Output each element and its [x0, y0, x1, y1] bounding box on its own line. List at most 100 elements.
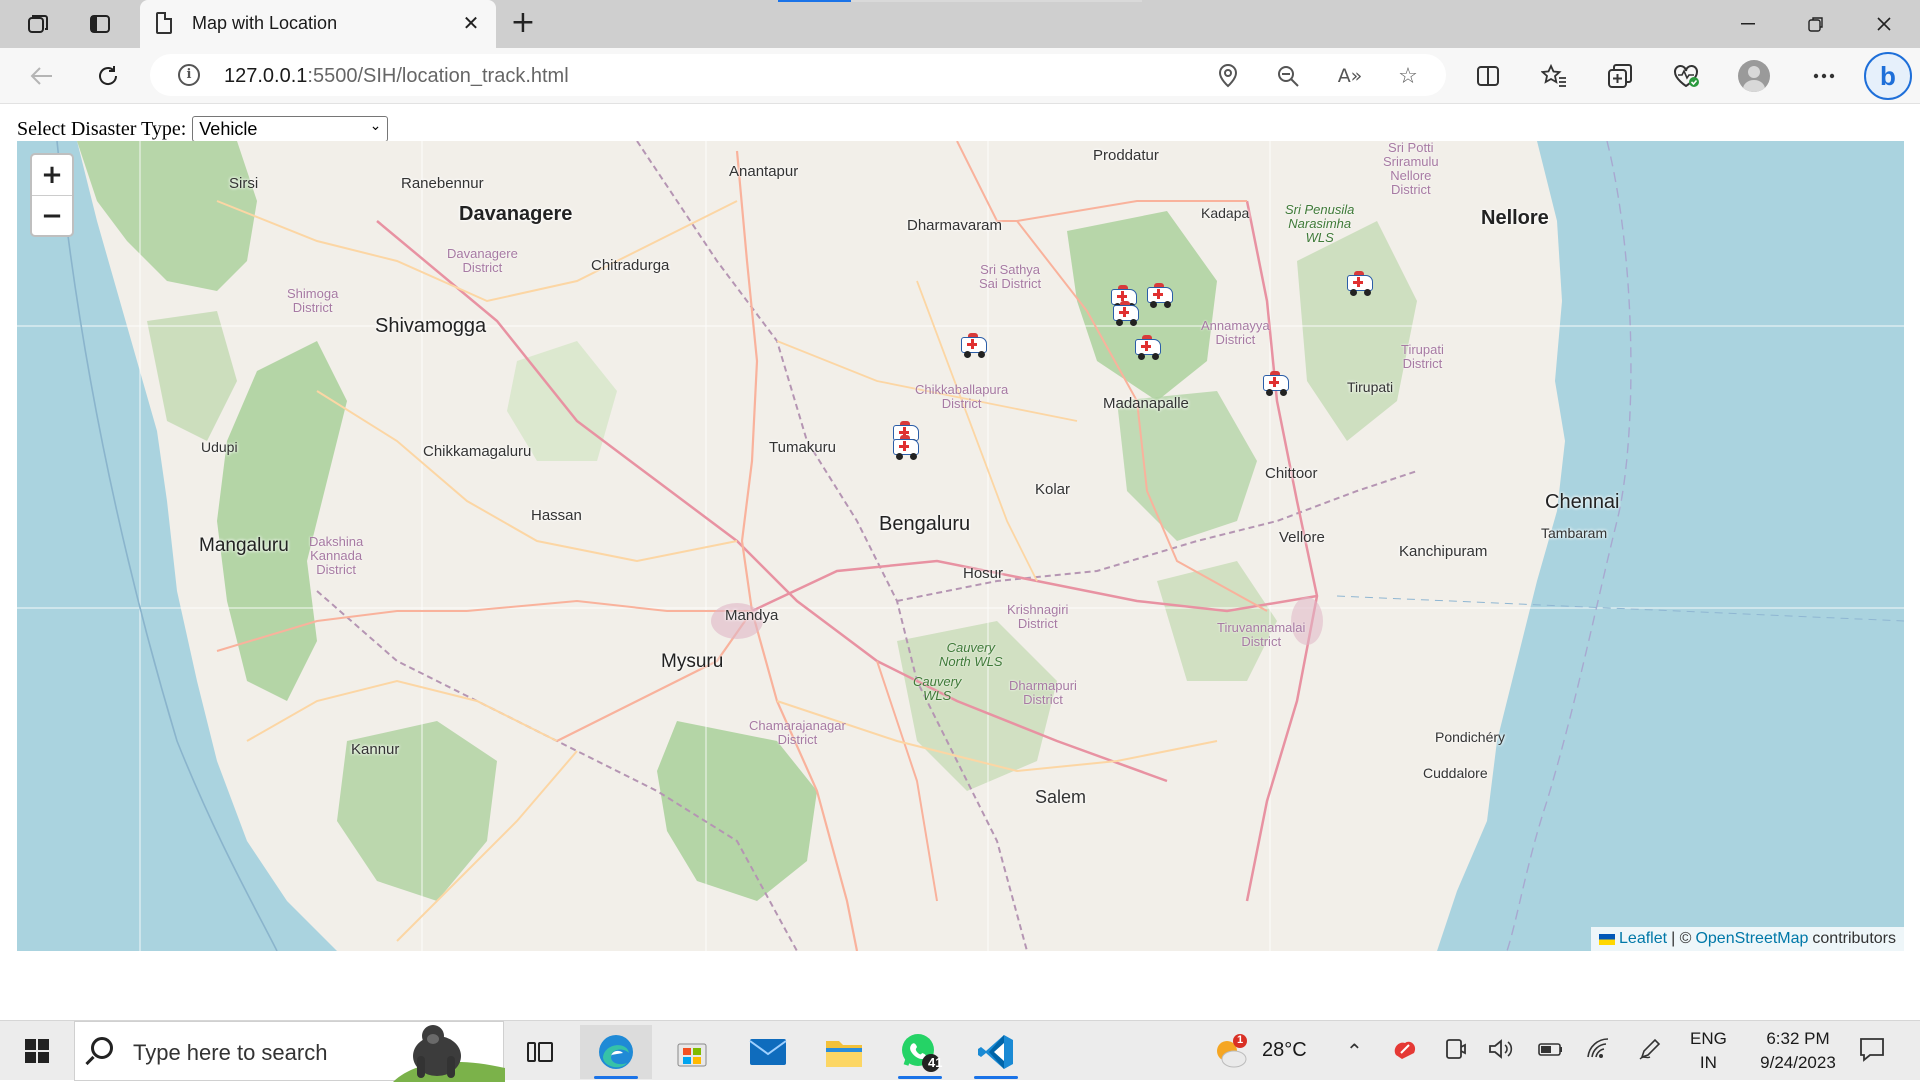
zoom-out-button[interactable]: −: [32, 195, 72, 235]
back-icon[interactable]: [24, 58, 60, 94]
file-explorer-icon[interactable]: [808, 1025, 880, 1079]
language-indicator[interactable]: ENG IN: [1690, 1027, 1727, 1075]
whatsapp-unread-badge: 41: [928, 1055, 943, 1070]
park-label: Cauvery WLS: [913, 674, 962, 703]
vehicle-marker[interactable]: [1345, 267, 1375, 297]
restore-button[interactable]: [1786, 6, 1846, 42]
city-label: Chitradurga: [591, 257, 670, 274]
district-label: Annamayya District: [1201, 318, 1270, 347]
city-label: Hassan: [531, 507, 582, 524]
new-tab-button[interactable]: +: [506, 8, 540, 40]
collections-icon[interactable]: [1602, 58, 1638, 94]
temperature: 28°C: [1262, 1039, 1307, 1061]
tab-actions-icon[interactable]: [82, 8, 118, 40]
profile-avatar[interactable]: [1738, 60, 1770, 92]
site-info-icon[interactable]: i: [178, 64, 200, 86]
language-code: ENG: [1690, 1029, 1727, 1048]
map-view[interactable]: + − Proddatur Anantapur Sirsi Ranebennur…: [17, 141, 1904, 951]
vehicle-marker[interactable]: [1111, 297, 1141, 327]
split-screen-icon[interactable]: [1470, 58, 1506, 94]
map-tiles: [17, 141, 1904, 951]
page-load-progress: [778, 0, 1142, 2]
taskbar-search-box[interactable]: Type here to search: [74, 1021, 505, 1082]
city-label: Kolar: [1035, 481, 1071, 498]
city-label: Kanchipuram: [1399, 543, 1488, 560]
vehicle-marker[interactable]: [1145, 279, 1175, 309]
vehicle-marker[interactable]: [891, 431, 921, 461]
bing-copilot-icon[interactable]: b: [1864, 52, 1912, 100]
microsoft-store-icon[interactable]: [656, 1025, 728, 1079]
read-aloud-icon[interactable]: A»: [1334, 60, 1366, 92]
openstreetmap-link[interactable]: OpenStreetMap: [1695, 930, 1808, 948]
city-label: Kadapa: [1201, 205, 1250, 221]
location-pin-icon[interactable]: [1212, 60, 1244, 92]
volume-icon[interactable]: [1488, 1037, 1514, 1066]
tab-map-with-location[interactable]: Map with Location ✕: [140, 0, 496, 48]
favorites-icon[interactable]: [1536, 58, 1572, 94]
whatsapp-icon[interactable]: 41: [884, 1025, 956, 1079]
district-label: Chikkaballapura District: [915, 382, 1009, 411]
notifications-icon[interactable]: [1858, 1035, 1886, 1068]
start-button[interactable]: [12, 1035, 60, 1067]
refresh-icon[interactable]: [90, 58, 126, 94]
select-label: Select Disaster Type:: [17, 117, 187, 140]
district-label: Tiruvannamalai District: [1217, 620, 1306, 649]
city-label: Ranebennur: [401, 175, 484, 192]
battery-icon[interactable]: [1538, 1037, 1564, 1066]
workspaces-icon[interactable]: [20, 8, 56, 40]
close-window-button[interactable]: [1854, 6, 1914, 42]
city-label: Dharmavaram: [907, 217, 1003, 234]
city-label: Vellore: [1279, 529, 1325, 546]
weather-icon[interactable]: 1: [1212, 1033, 1250, 1071]
ukraine-flag-icon: [1599, 933, 1616, 945]
city-label: Pondichéry: [1435, 729, 1506, 745]
park-label: Sri Penusila Narasimha WLS: [1285, 202, 1355, 245]
show-hidden-icons-chevron-icon[interactable]: ⌃: [1346, 1039, 1363, 1063]
city-label: Shivamogga: [375, 315, 487, 337]
city-label: Udupi: [201, 439, 238, 455]
clock-time: 6:32 PM: [1766, 1029, 1830, 1048]
zoom-in-button[interactable]: +: [32, 155, 72, 195]
city-label: Anantapur: [729, 163, 799, 180]
vehicle-marker[interactable]: [959, 329, 989, 359]
minimize-button[interactable]: [1718, 6, 1778, 42]
clock[interactable]: 6:32 PM 9/24/2023: [1744, 1027, 1852, 1075]
creative-cloud-icon[interactable]: [1392, 1037, 1418, 1066]
map-attribution: Leaflet | © OpenStreetMap contributors: [1591, 927, 1904, 951]
vehicle-marker[interactable]: [1133, 331, 1163, 361]
city-label: Chennai: [1545, 491, 1620, 513]
city-label: Mysuru: [661, 651, 724, 672]
district-label: Sri Potti Sriramulu Nellore District: [1383, 141, 1439, 197]
district-label: Dharmapuri District: [1009, 678, 1077, 707]
edge-taskbar-icon[interactable]: [580, 1025, 652, 1079]
close-tab-icon[interactable]: ✕: [458, 10, 484, 36]
browser-essentials-icon[interactable]: [1668, 58, 1704, 94]
meet-now-icon[interactable]: [1444, 1037, 1466, 1066]
district-label: Sri Sathya Sai District: [979, 262, 1042, 291]
attribution-contributors: contributors: [1812, 930, 1896, 947]
url-text[interactable]: 127.0.0.1:5500/SIH/location_track.html: [224, 65, 569, 88]
vehicle-marker[interactable]: [1261, 367, 1291, 397]
disaster-type-row: Select Disaster Type: Vehicle ⌄: [17, 116, 389, 142]
zoom-out-icon[interactable]: [1272, 60, 1304, 92]
city-label: Mandya: [725, 607, 779, 624]
pen-icon[interactable]: [1638, 1037, 1662, 1066]
clock-date: 9/24/2023: [1760, 1053, 1836, 1072]
more-options-icon[interactable]: [1806, 58, 1842, 94]
district-label: Davanagere District: [447, 246, 518, 275]
browser-tab-strip: Map with Location ✕ +: [0, 0, 1920, 48]
attribution-separator: | ©: [1671, 930, 1692, 947]
task-view-icon[interactable]: [504, 1025, 576, 1079]
disaster-type-select[interactable]: Vehicle ⌄: [192, 116, 389, 142]
vscode-icon[interactable]: [960, 1025, 1032, 1079]
city-label: Chittoor: [1265, 465, 1318, 482]
address-bar[interactable]: i 127.0.0.1:5500/SIH/location_track.html…: [150, 54, 1446, 96]
mail-icon[interactable]: [732, 1025, 804, 1079]
leaflet-link[interactable]: Leaflet: [1619, 930, 1667, 948]
wifi-icon[interactable]: [1586, 1037, 1612, 1066]
page-content: Select Disaster Type: Vehicle ⌄ + − Prod…: [0, 104, 1920, 1016]
city-label: Madanapalle: [1103, 395, 1189, 412]
region-code: IN: [1699, 1053, 1717, 1072]
favorite-star-icon[interactable]: ☆: [1392, 60, 1424, 92]
city-label: Sirsi: [229, 175, 259, 192]
